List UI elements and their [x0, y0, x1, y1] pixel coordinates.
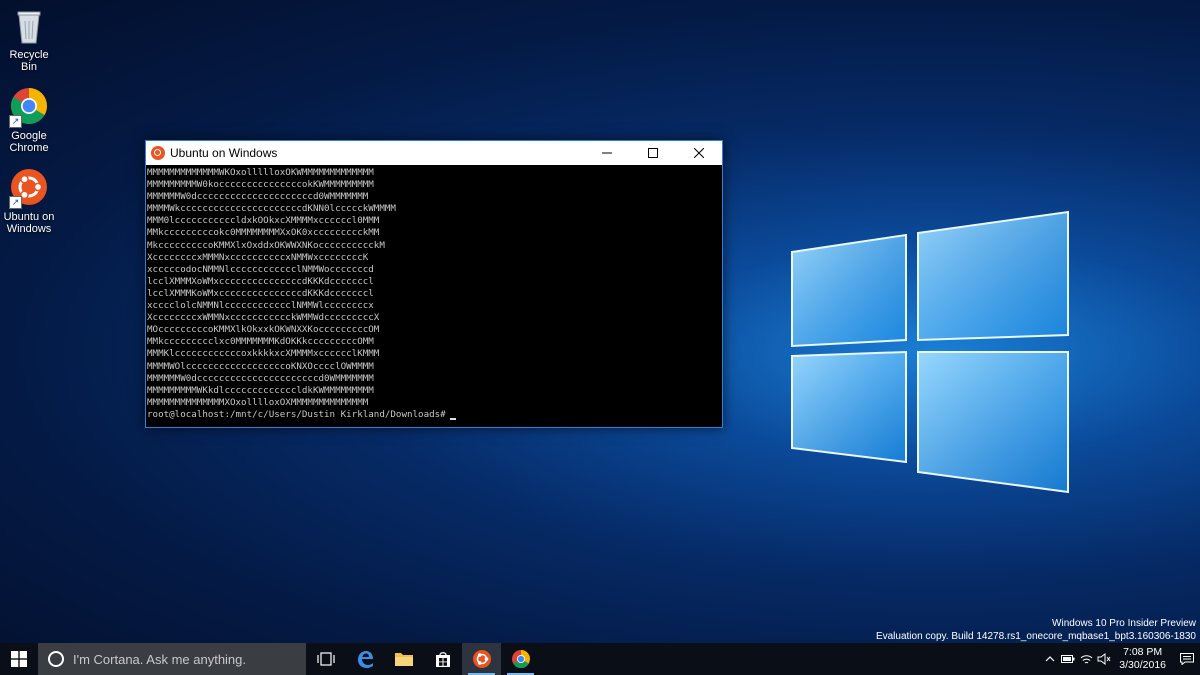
chrome-icon: ↗ [9, 86, 49, 128]
start-button[interactable] [0, 643, 38, 675]
windows-hero-logo [791, 210, 1069, 494]
watermark-edition: Windows 10 Pro Insider Preview [1052, 618, 1196, 629]
wifi-button[interactable] [1077, 643, 1095, 675]
terminal-line: lcclXMMMKoWMxcccccccccccccccdKKKdccccccc… [147, 287, 374, 299]
store-icon [435, 652, 450, 667]
terminal-line: MMkccccccccclxc0MMMMMMMKdOKKkcccccccccOM… [147, 336, 374, 348]
battery-icon [1061, 655, 1075, 663]
action-center-button[interactable] [1174, 643, 1200, 675]
build-watermark: Windows 10 Pro Insider Preview Evaluatio… [876, 617, 1196, 643]
terminal-line: lcclXMMMXoWMxcccccccccccccccdKKKdccccccc… [147, 275, 374, 287]
wifi-icon [1080, 654, 1093, 663]
terminal-line: MMMMMMMMMWKkdlcccccccccccccldkKWMMMMMMMM… [147, 384, 374, 396]
desktop-icon-recycle-bin[interactable]: Recycle Bin [0, 5, 58, 73]
shortcut-arrow-icon: ↗ [9, 115, 22, 128]
desktop: Recycle Bin ↗ Google Chrome ↗ Ubuntu on … [0, 0, 1200, 643]
terminal-line: MMMKlccccccccccccoxkkkkxcXMMMMxcccccclKM… [147, 348, 380, 360]
chevron-up-icon [1045, 656, 1055, 662]
terminal-line: MMMMMMW0dcccccccccccccccccccccd0WMMMMMMM [147, 191, 369, 203]
ubuntu-icon: ↗ [9, 167, 49, 209]
chrome-icon [511, 650, 530, 669]
clock[interactable]: 7:08 PM 3/30/2016 [1113, 646, 1174, 672]
notification-icon [1180, 653, 1194, 665]
cortana-icon [48, 651, 64, 667]
shell-prompt: root@localhost:/mnt/c/Users/Dustin Kirkl… [147, 408, 446, 420]
terminal-line: MMMMWOlccccccccccccccccccoKNXOcccclOWMMM… [147, 360, 374, 372]
terminal-line: XccccccccxWMMNxccccccccccckWMMWdcccccccc… [147, 312, 380, 324]
close-button[interactable] [676, 141, 722, 165]
terminal-line: XccccccccxMMMNxccccccccccxNMMWxccccccccK [147, 251, 369, 263]
ubuntu-terminal-window[interactable]: Ubuntu on Windows MMMMMMMMMMMMMWKOxollll… [145, 140, 723, 428]
clock-date: 3/30/2016 [1119, 659, 1166, 671]
terminal-line: MMkcccccccccokc0MMMMMMMMXxOK0xccccccccck… [147, 227, 380, 239]
terminal-line: xcccclolcNMMNlcccccccccccclNMMWlcccccccc… [147, 300, 374, 312]
terminal-line: MMMMMMMMMMMMMMXOxolllloxOXMMMMMMMMMMMMMM [147, 396, 369, 408]
desktop-icon-label: Recycle Bin [9, 49, 49, 73]
chrome-taskbar-button[interactable] [501, 643, 540, 675]
volume-icon [1097, 653, 1111, 665]
taskbar: I'm Cortana. Ask me anything. 7:08 PM 3/… [0, 643, 1200, 675]
terminal-line: xcccccodocNMMNlcccccccccccclNMMWoccccccc… [147, 263, 374, 275]
ubuntu-taskbar-button[interactable] [462, 643, 501, 675]
cortana-search-box[interactable]: I'm Cortana. Ask me anything. [38, 643, 306, 675]
watermark-build: Evaluation copy. Build 14278.rs1_onecore… [875, 631, 1196, 642]
desktop-icon-label: Google Chrome [9, 130, 49, 154]
windows-start-icon [11, 651, 27, 667]
close-icon [694, 148, 704, 158]
task-view-icon [316, 652, 335, 666]
desktop-icon-ubuntu[interactable]: ↗ Ubuntu on Windows [0, 167, 58, 235]
ubuntu-icon [472, 650, 491, 668]
ubuntu-icon [151, 146, 165, 160]
maximize-button[interactable] [630, 141, 676, 165]
file-explorer-button[interactable] [384, 643, 423, 675]
task-view-button[interactable] [306, 643, 345, 675]
shortcut-arrow-icon: ↗ [9, 196, 22, 209]
search-placeholder: I'm Cortana. Ask me anything. [73, 651, 247, 667]
system-tray: 7:08 PM 3/30/2016 [1041, 643, 1200, 675]
terminal-line: MMM0lcccccccccccldxkOOkxcXMMMMxccccccl0M… [147, 215, 380, 227]
terminal-line: MMMMMMMMMMMMMWKOxollllloxOKWMMMMMMMMMMMM… [147, 167, 374, 178]
terminal-line: MOcccccccccoKMMXlkOkxxkOKWNXXKoccccccccc… [147, 324, 380, 336]
volume-button[interactable] [1095, 643, 1113, 675]
clock-time: 7:08 PM [1123, 646, 1163, 658]
terminal-line: MMMMWkccccccccccccccccccccccdKNN0lccccck… [147, 203, 396, 215]
desktop-icon-google-chrome[interactable]: ↗ Google Chrome [0, 86, 58, 154]
minimize-icon [602, 152, 612, 154]
show-hidden-icons-button[interactable] [1041, 643, 1059, 675]
edge-icon [357, 651, 373, 668]
minimize-button[interactable] [584, 141, 630, 165]
ascii-art-output: MMMMMMMMMMMMMWKOxollllloxOKWMMMMMMMMMMMM… [147, 167, 721, 409]
terminal-line: MkcccccccccoKMMXlxOxddxOKWWXNKoccccccccc… [147, 239, 385, 251]
maximize-icon [648, 148, 658, 158]
terminal-output[interactable]: MMMMMMMMMMMMMWKOxollllloxOKWMMMMMMMMMMMM… [146, 165, 722, 425]
recycle-bin-icon [9, 5, 49, 45]
window-title: Ubuntu on Windows [170, 146, 278, 160]
store-button[interactable] [423, 643, 462, 675]
terminal-line: MMMMMMW0dccccccccccccccccccccccd0WMMMMMM… [147, 372, 374, 384]
battery-button[interactable] [1059, 643, 1077, 675]
window-titlebar[interactable]: Ubuntu on Windows [146, 141, 722, 165]
desktop-icon-label: Ubuntu on Windows [3, 211, 55, 235]
file-explorer-icon [394, 653, 413, 666]
terminal-line: MMMMMMMMMW0kocccccccccccccccokKWMMMMMMMM… [147, 179, 374, 191]
edge-button[interactable] [345, 643, 384, 675]
text-cursor [449, 417, 456, 420]
